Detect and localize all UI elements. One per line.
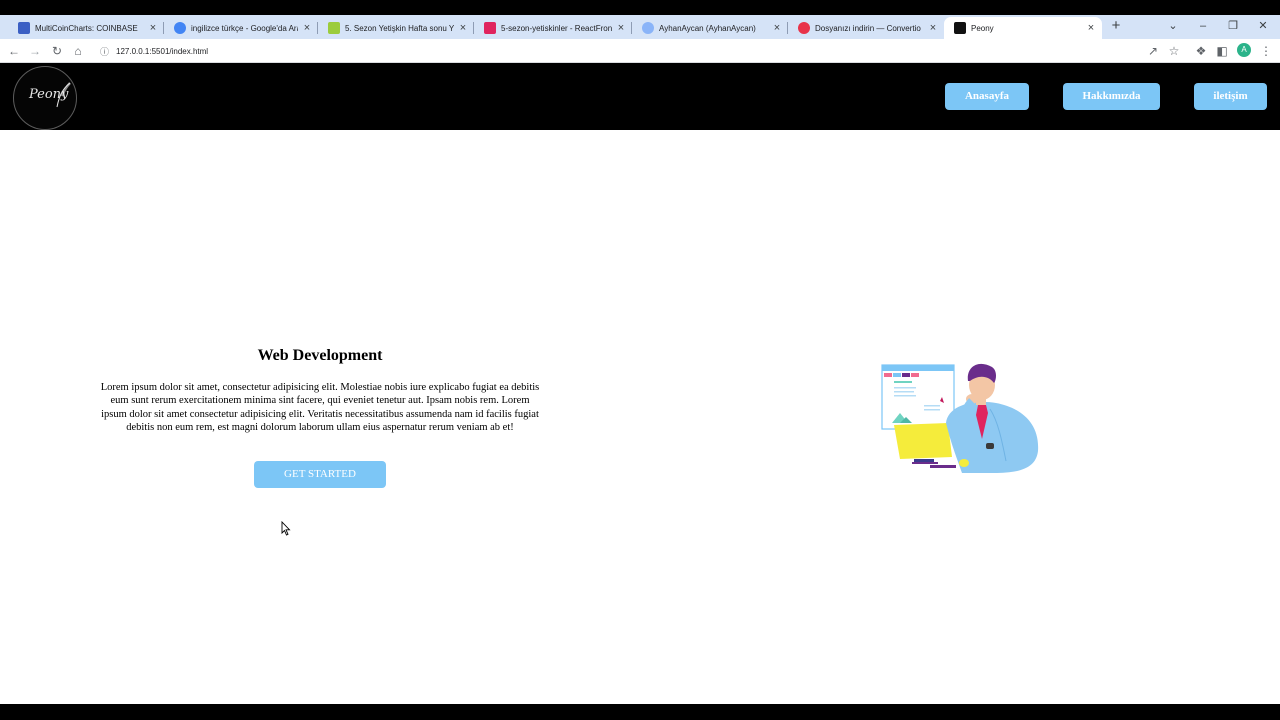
browser-tab-active[interactable]: Peony × bbox=[944, 17, 1102, 39]
convertio-favicon-icon bbox=[798, 22, 810, 34]
figma-favicon-icon bbox=[484, 22, 496, 34]
nav-contact-button[interactable]: iletişim bbox=[1194, 83, 1267, 110]
browser-toolbar: ← → ↻ ⌂ ⓘ 127.0.0.1:5501/index.html ↗ ☆ … bbox=[0, 39, 1280, 63]
reload-icon[interactable]: ↻ bbox=[49, 43, 65, 59]
site-logo[interactable]: Peony bbox=[13, 66, 77, 130]
browser-tab[interactable]: MultiCoinCharts: COINBASE × bbox=[8, 17, 164, 39]
get-started-button[interactable]: GET STARTED bbox=[254, 461, 386, 488]
restore-button[interactable]: ❐ bbox=[1218, 15, 1248, 39]
browser-tab[interactable]: 5-sezon-yetiskinler - ReactFront × bbox=[474, 17, 632, 39]
close-icon[interactable]: × bbox=[616, 23, 626, 34]
google-favicon-icon bbox=[174, 22, 186, 34]
tab-title: ingilizce türkçe - Google'da Ara bbox=[191, 23, 298, 33]
screen-bottom-border bbox=[0, 704, 1280, 720]
menu-dots-icon[interactable]: ⋮ bbox=[1258, 43, 1274, 59]
window-close-button[interactable]: ✕ bbox=[1248, 15, 1278, 39]
browser-tab-strip: MultiCoinCharts: COINBASE × ingilizce tü… bbox=[0, 15, 1280, 39]
hero-description: Lorem ipsum dolor sit amet, consectetur … bbox=[100, 382, 540, 434]
feather-icon bbox=[56, 82, 71, 108]
close-icon[interactable]: × bbox=[148, 23, 158, 34]
nav-home-button[interactable]: Anasayfa bbox=[945, 83, 1029, 110]
close-icon[interactable]: × bbox=[302, 23, 312, 34]
back-arrow-icon[interactable]: ← bbox=[6, 43, 22, 59]
page-viewport: Peony Anasayfa Hakkımızda iletişim Web D… bbox=[0, 63, 1280, 704]
minimize-button[interactable]: – bbox=[1188, 15, 1218, 39]
bookmark-star-icon[interactable]: ☆ bbox=[1166, 43, 1182, 59]
close-icon[interactable]: × bbox=[772, 23, 782, 34]
coinbase-favicon-icon bbox=[18, 22, 30, 34]
tab-title: Peony bbox=[971, 23, 994, 33]
classroom-favicon-icon bbox=[328, 22, 340, 34]
side-panel-icon[interactable]: ◧ bbox=[1214, 43, 1230, 59]
nav-about-button[interactable]: Hakkımızda bbox=[1063, 83, 1160, 110]
browser-tab[interactable]: ingilizce türkçe - Google'da Ara × bbox=[164, 17, 318, 39]
site-info-icon[interactable]: ⓘ bbox=[100, 45, 109, 58]
home-icon[interactable]: ⌂ bbox=[70, 43, 86, 59]
site-navbar: Peony Anasayfa Hakkımızda iletişim bbox=[0, 63, 1280, 130]
browser-tab[interactable]: Dosyanızı indirin — Convertio × bbox=[788, 17, 944, 39]
forward-arrow-icon[interactable]: → bbox=[27, 43, 43, 59]
tab-search-icon[interactable]: ⌄ bbox=[1158, 15, 1188, 39]
tab-title: 5. Sezon Yetişkin Hafta sonu Ya bbox=[345, 23, 454, 33]
browser-tab[interactable]: AyhanAycan (AyhanAycan) × bbox=[632, 17, 788, 39]
close-icon[interactable]: × bbox=[928, 23, 938, 34]
close-icon[interactable]: × bbox=[458, 23, 468, 34]
screen-top-border bbox=[0, 0, 1280, 15]
tab-title: AyhanAycan (AyhanAycan) bbox=[659, 23, 756, 33]
share-icon[interactable]: ↗ bbox=[1145, 43, 1161, 59]
developer-illustration bbox=[881, 363, 1039, 473]
profile-avatar[interactable]: A bbox=[1237, 43, 1251, 57]
peony-favicon-icon bbox=[954, 22, 966, 34]
github-favicon-icon bbox=[642, 22, 654, 34]
tab-title: 5-sezon-yetiskinler - ReactFront bbox=[501, 23, 612, 33]
mouse-cursor-icon bbox=[281, 521, 291, 536]
tab-title: MultiCoinCharts: COINBASE bbox=[35, 23, 138, 33]
tab-title: Dosyanızı indirin — Convertio bbox=[815, 23, 921, 33]
close-icon[interactable]: × bbox=[1086, 23, 1096, 34]
new-tab-button[interactable]: + bbox=[1107, 17, 1125, 35]
address-bar[interactable]: ⓘ 127.0.0.1:5501/index.html bbox=[94, 42, 1134, 60]
browser-tab[interactable]: 5. Sezon Yetişkin Hafta sonu Ya × bbox=[318, 17, 474, 39]
extensions-puzzle-icon[interactable]: ❖ bbox=[1193, 43, 1209, 59]
hero-title: Web Development bbox=[257, 347, 383, 364]
url-text: 127.0.0.1:5501/index.html bbox=[116, 46, 209, 56]
